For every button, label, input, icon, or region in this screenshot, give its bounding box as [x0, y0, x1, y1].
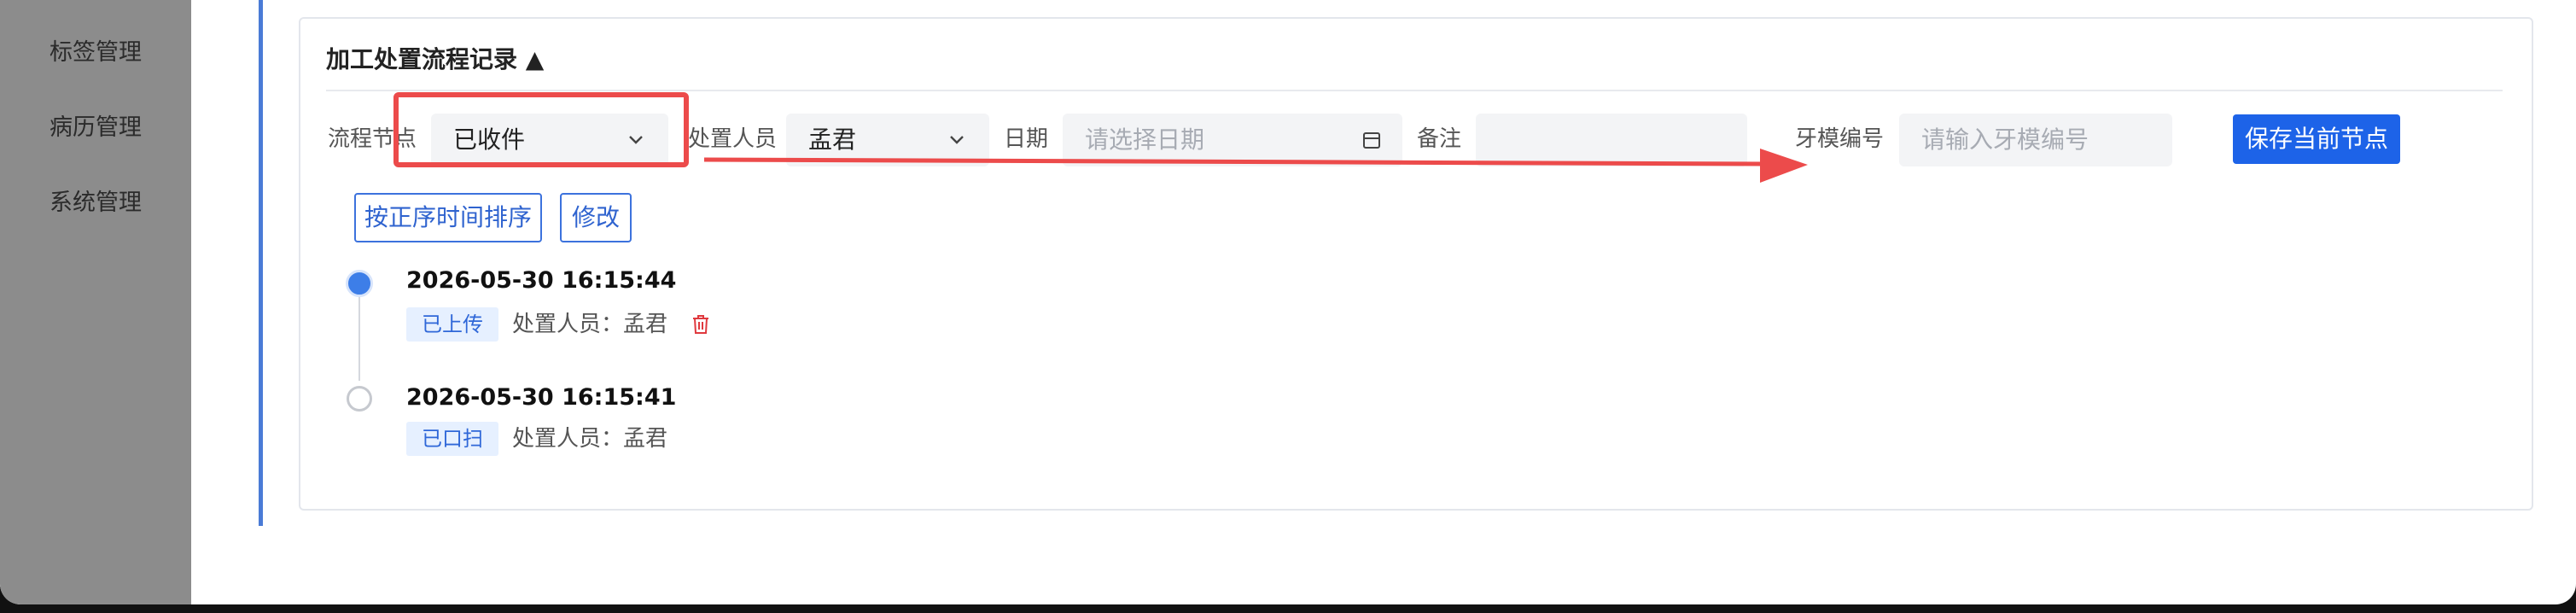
status-badge: 已口扫	[406, 422, 498, 456]
app-window: 标签管理 病历管理 系统管理 加工处置流程记录 ▲ 流程节点 已收件 处置人员 …	[0, 0, 2576, 604]
timeline-operator: 处置人员：孟君	[512, 426, 668, 452]
timeline-time: 2026-05-30 16:15:41	[406, 384, 677, 411]
timeline-dot-active	[346, 270, 373, 297]
timeline-time: 2026-05-30 16:15:44	[406, 267, 677, 294]
edit-button[interactable]: 修改	[560, 193, 632, 242]
timeline-dot	[347, 386, 372, 412]
timeline-connector	[358, 295, 360, 381]
annotation-arrow	[703, 149, 1808, 183]
delete-icon[interactable]	[691, 314, 710, 335]
status-badge: 已上传	[406, 307, 498, 342]
taskbar-strip	[0, 604, 2576, 613]
sort-ascending-button[interactable]: 按正序时间排序	[354, 193, 542, 242]
timeline-operator: 处置人员：孟君	[512, 312, 668, 337]
